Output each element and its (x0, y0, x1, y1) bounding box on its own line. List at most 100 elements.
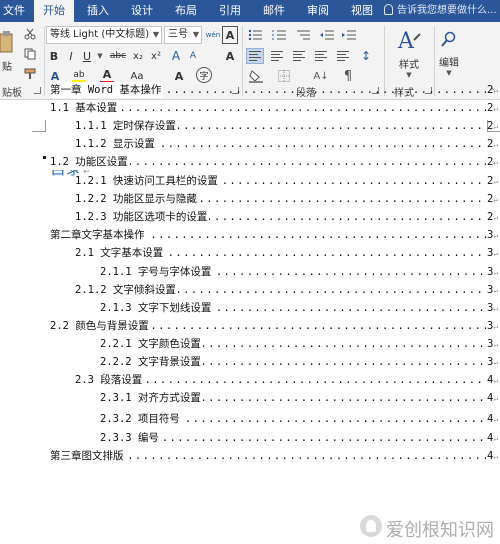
underline-button[interactable]: U (80, 47, 94, 65)
toc-page-number: 3↵ (487, 227, 498, 243)
styles-button[interactable]: 样式 (392, 56, 426, 71)
toc-entry[interactable]: ........................................… (100, 336, 486, 352)
toc-entry[interactable]: ........................................… (75, 282, 486, 298)
paragraph-mark: ↵ (493, 158, 499, 167)
italic-button[interactable]: I (64, 47, 78, 65)
styles-icon[interactable]: A (392, 26, 426, 56)
paragraph-mark: ↵ (493, 304, 499, 313)
multilevel-list-icon[interactable] (294, 27, 312, 43)
justify-button[interactable] (312, 48, 330, 64)
toc-entry[interactable]: ........................................… (50, 318, 486, 334)
clipboard-dialog-launcher[interactable] (34, 87, 41, 94)
paragraph-mark: ↵ (493, 213, 499, 222)
tab-home[interactable]: 开始 (34, 0, 74, 22)
toc-entry-label: 2.3.1 对齐方式设置 (100, 390, 203, 406)
toc-entry[interactable]: ........................................… (50, 82, 486, 98)
toc-entry[interactable]: ........................................… (100, 411, 486, 427)
paste-button[interactable]: 贴 (0, 58, 14, 73)
toc-entry[interactable]: ........................................… (100, 430, 486, 446)
align-center-button[interactable] (268, 48, 286, 64)
tell-me-search[interactable]: 告诉我您想要做什么... (384, 0, 497, 22)
toc-page-number: 2↵ (487, 154, 498, 170)
document-page[interactable]: 目录↵ ....................................… (0, 82, 500, 544)
shrink-font-button[interactable]: A (186, 47, 200, 65)
toc-entry-label: 第二章文字基本操作 (50, 227, 147, 243)
numbering-icon[interactable] (270, 27, 288, 43)
distributed-button[interactable] (334, 48, 352, 64)
paragraph-mark: ↵ (493, 394, 499, 403)
search-icon[interactable] (438, 28, 460, 50)
font-size-combo[interactable]: 三号 ▼ (164, 26, 202, 44)
tab-layout[interactable]: 布局 (166, 0, 206, 22)
decrease-indent-icon[interactable] (318, 27, 336, 43)
toc-entry-label: 1.2.3 功能区选项卡的设置 (75, 209, 210, 225)
superscript-button[interactable]: x² (148, 47, 164, 65)
paragraph-mark: ↵ (493, 104, 499, 113)
clear-format-button[interactable]: A (222, 47, 238, 65)
bold-button[interactable]: B (46, 47, 62, 65)
phonetic-guide-button[interactable]: wén (204, 26, 222, 44)
toc-entry[interactable]: ........................................… (75, 245, 486, 261)
chevron-down-icon[interactable]: ▼ (404, 70, 414, 80)
toc-entry[interactable]: ........................................… (50, 100, 486, 116)
toc-entry[interactable]: ........................................… (100, 300, 486, 316)
toc-entry[interactable]: ........................................… (100, 390, 486, 406)
toc-page-number: 3↵ (487, 354, 498, 370)
enclose-characters-button[interactable]: 字 (196, 67, 212, 83)
toc-page-number: 2↵ (487, 209, 498, 225)
paragraph-mark: ↵ (493, 249, 499, 258)
increase-indent-icon[interactable] (340, 27, 358, 43)
tab-file[interactable]: 文件 (0, 0, 28, 22)
toc-entry[interactable]: ........................................… (100, 264, 486, 280)
toc-entry[interactable]: ........................................… (75, 118, 486, 134)
toc-entry[interactable]: ........................................… (75, 173, 486, 189)
underline-dropdown-icon[interactable]: ▼ (96, 47, 104, 65)
copy-icon[interactable] (22, 46, 38, 62)
format-painter-icon[interactable] (22, 66, 38, 82)
toc-page-number: 2↵ (487, 118, 498, 134)
character-border-button[interactable]: A (222, 26, 238, 44)
font-name-combo[interactable]: 等线 Light (中文标题) ▼ (46, 26, 162, 44)
tab-references[interactable]: 引用 (210, 0, 250, 22)
toc-entry-label: 1.2 功能区设置 (50, 154, 130, 170)
toc-entry-label: 1.1 基本设置 (50, 100, 120, 116)
toc-entry-label: 2.1 文字基本设置 (75, 245, 166, 261)
toc-page-number: 4↵ (487, 430, 498, 446)
toc-entry-label: 2.3.2 项目符号 (100, 411, 182, 427)
paragraph-mark: ↵ (493, 86, 499, 95)
subscript-button[interactable]: x₂ (130, 47, 146, 65)
watermark: 爱创根知识网 (360, 512, 500, 544)
line-spacing-button[interactable]: ↕ (356, 48, 376, 64)
strikethrough-button[interactable]: abc (108, 47, 128, 65)
toc-entry[interactable]: ........................................… (100, 354, 486, 370)
toc-entry-label: 第一章 Word 基本操作 (50, 82, 164, 98)
toc-entry[interactable]: ........................................… (75, 209, 486, 225)
toc-entry[interactable]: ........................................… (50, 448, 486, 464)
toc-page-number: 3↵ (487, 318, 498, 334)
tab-view[interactable]: 视图 (342, 0, 382, 22)
toc-entry[interactable]: ........................................… (75, 372, 486, 388)
align-right-button[interactable] (290, 48, 308, 64)
align-right-icon (293, 51, 305, 61)
toc-page-number: 2↵ (487, 136, 498, 152)
toc-page-number: 4↵ (487, 411, 498, 427)
bullets-icon[interactable] (246, 27, 264, 43)
tab-insert[interactable]: 插入 (78, 0, 118, 22)
cut-icon[interactable] (22, 26, 38, 42)
toc-entry[interactable]: ........................................… (50, 154, 486, 170)
tab-review[interactable]: 审阅 (298, 0, 338, 22)
paste-icon[interactable] (0, 30, 14, 58)
tab-design[interactable]: 设计 (122, 0, 162, 22)
editing-button[interactable]: 编辑 (436, 54, 462, 69)
grow-font-button[interactable]: A (168, 47, 184, 65)
toc-page-number: 2↵ (487, 100, 498, 116)
tab-mailings[interactable]: 邮件 (254, 0, 294, 22)
toc-entry-label: 2.2.1 文字颜色设置 (100, 336, 203, 352)
toc-entry[interactable]: ........................................… (75, 191, 486, 207)
chevron-down-icon[interactable]: ▼ (444, 68, 454, 78)
toc-entry-label: 2.2.2 文字背景设置 (100, 354, 203, 370)
toc-entry[interactable]: ........................................… (75, 136, 486, 152)
toc-entry[interactable]: ........................................… (50, 227, 486, 243)
paragraph-mark: ↵ (493, 452, 499, 461)
align-left-button[interactable] (246, 48, 264, 64)
